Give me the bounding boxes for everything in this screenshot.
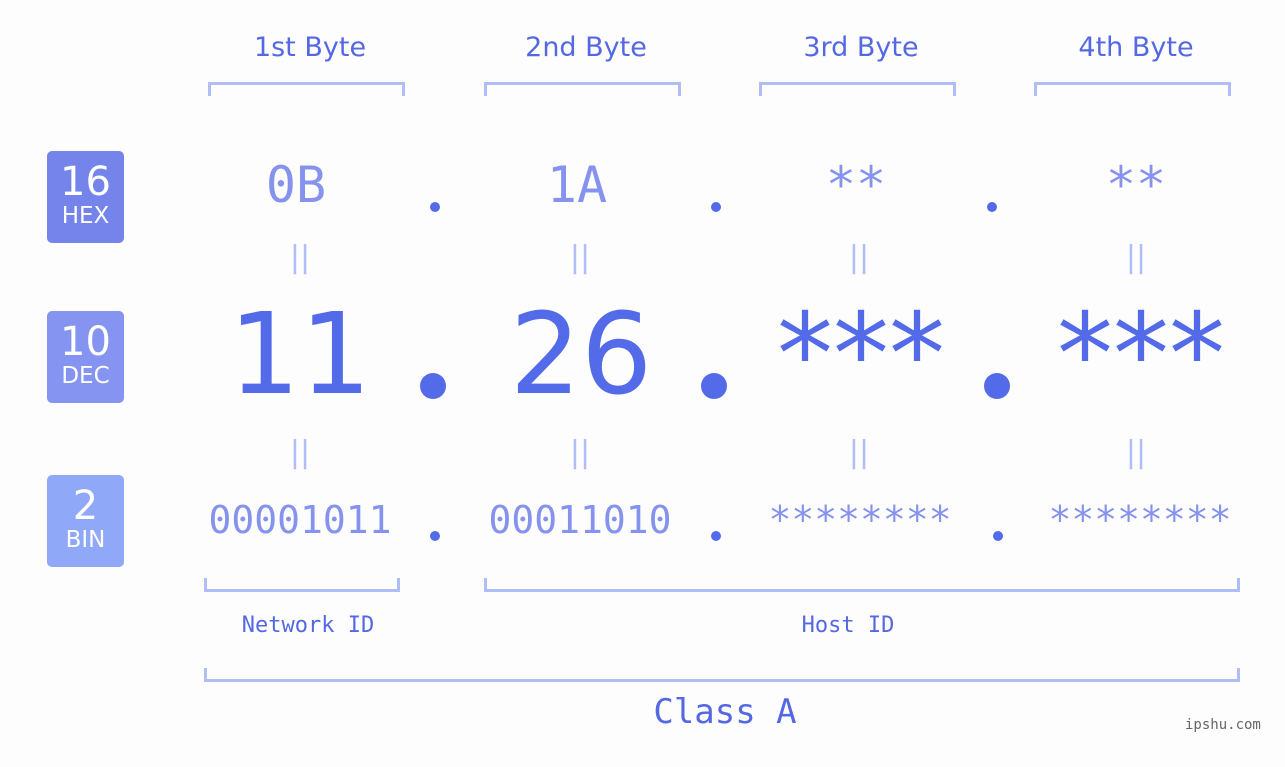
- equals-icon: ||: [848, 435, 870, 470]
- bin-byte-1: 00001011: [208, 498, 392, 542]
- hex-badge: 16 HEX: [47, 151, 124, 243]
- dec-byte-3: ***: [777, 290, 945, 420]
- equals-icon: ||: [569, 435, 591, 470]
- bin-byte-3: ********: [768, 498, 952, 542]
- hex-byte-1: 0B: [265, 156, 327, 214]
- equals-icon: ||: [289, 435, 311, 470]
- host-id-label: Host ID: [801, 613, 895, 638]
- bin-byte-4: ********: [1048, 498, 1232, 542]
- hex-dot-3: [987, 202, 997, 212]
- dec-byte-4: ***: [1057, 290, 1225, 420]
- equals-icon: ||: [848, 240, 870, 275]
- hex-byte-2: 1A: [546, 156, 608, 214]
- dec-dot-2: [701, 373, 727, 399]
- hex-dot-2: [711, 202, 721, 212]
- class-bracket: [204, 668, 1240, 682]
- dec-dot-3: [984, 373, 1010, 399]
- dec-badge: 10 DEC: [47, 311, 124, 403]
- dec-badge-base: 10: [60, 319, 111, 365]
- equals-icon: ||: [289, 240, 311, 275]
- byte-bracket-1: [208, 82, 405, 96]
- dec-badge-label: DEC: [61, 363, 110, 389]
- bin-dot-3: [993, 531, 1003, 541]
- byte-bracket-4: [1034, 82, 1231, 96]
- byte-header-2: 2nd Byte: [525, 32, 647, 63]
- bin-dot-1: [430, 531, 440, 541]
- equals-icon: ||: [1125, 435, 1147, 470]
- bin-badge-label: BIN: [65, 527, 106, 553]
- dec-dot-1: [420, 373, 446, 399]
- equals-icon: ||: [1125, 240, 1147, 275]
- hex-badge-label: HEX: [61, 203, 110, 229]
- hex-badge-base: 16: [60, 159, 111, 205]
- bin-byte-2: 00011010: [488, 498, 672, 542]
- dec-byte-2: 26: [509, 290, 653, 420]
- watermark: ipshu.com: [1185, 717, 1261, 733]
- class-label: Class A: [653, 692, 797, 732]
- bin-dot-2: [711, 531, 721, 541]
- bin-badge: 2 BIN: [47, 475, 124, 567]
- byte-bracket-2: [484, 82, 681, 96]
- byte-header-3: 3rd Byte: [803, 32, 919, 63]
- dec-byte-1: 11: [228, 290, 372, 420]
- network-id-bracket: [204, 578, 400, 592]
- network-id-label: Network ID: [241, 613, 375, 638]
- hex-byte-3: **: [825, 156, 887, 214]
- bin-badge-base: 2: [72, 483, 99, 529]
- byte-header-4: 4th Byte: [1078, 32, 1194, 63]
- hex-dot-1: [430, 202, 440, 212]
- equals-icon: ||: [569, 240, 591, 275]
- hex-byte-4: **: [1105, 156, 1167, 214]
- byte-bracket-3: [759, 82, 956, 96]
- host-id-bracket: [484, 578, 1240, 592]
- byte-header-1: 1st Byte: [253, 32, 367, 63]
